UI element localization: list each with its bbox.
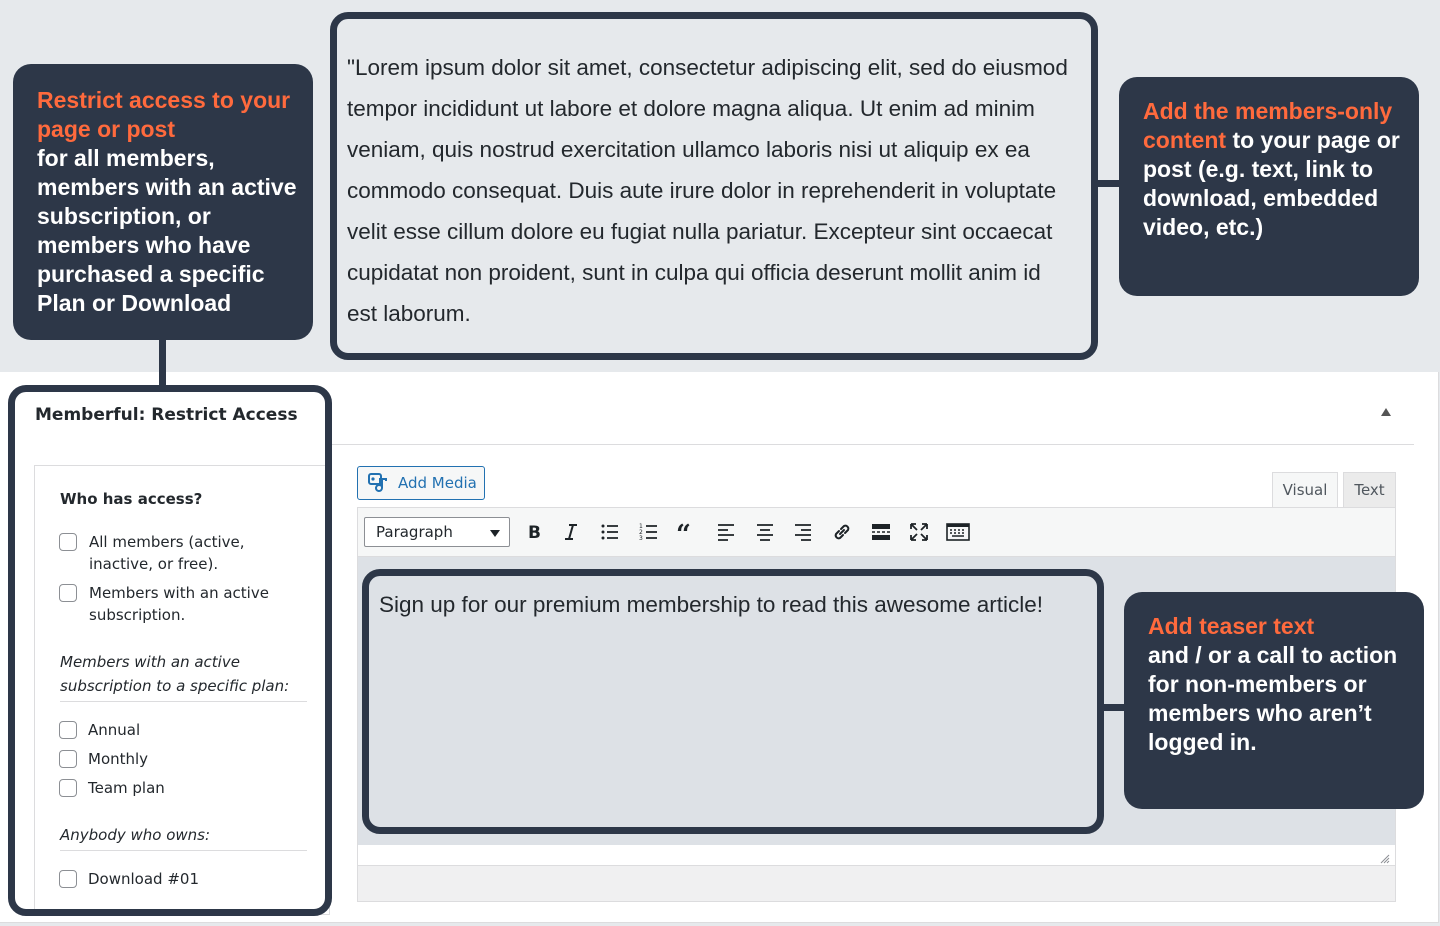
callout-accent: Restrict access to your page or post bbox=[37, 87, 291, 142]
format-select[interactable]: Paragraph bbox=[364, 517, 510, 547]
editor-footer bbox=[357, 866, 1396, 902]
align-left-icon[interactable] bbox=[714, 520, 738, 544]
svg-text:B: B bbox=[528, 523, 541, 542]
members-only-callout: Add the members-only content to your pag… bbox=[1119, 77, 1419, 296]
link-icon[interactable] bbox=[830, 520, 854, 544]
bold-icon[interactable]: B bbox=[521, 520, 545, 544]
connector-line bbox=[1096, 180, 1121, 187]
tab-text[interactable]: Text bbox=[1343, 472, 1396, 507]
svg-text:“: “ bbox=[676, 522, 691, 542]
restrict-options-highlight bbox=[8, 385, 332, 916]
read-more-icon[interactable] bbox=[869, 520, 893, 544]
bullet-list-icon[interactable] bbox=[598, 520, 622, 544]
members-only-content-box: "Lorem ipsum dolor sit amet, consectetur… bbox=[330, 12, 1098, 360]
toolbar-toggle-icon[interactable] bbox=[946, 520, 970, 544]
teaser-callout: Add teaser text and / or a call to actio… bbox=[1124, 592, 1424, 809]
panel-divider bbox=[330, 444, 1414, 445]
teaser-text[interactable]: Sign up for our premium membership to re… bbox=[379, 592, 1043, 618]
chevron-down-icon bbox=[490, 530, 500, 537]
connector-line bbox=[1102, 704, 1126, 711]
editor-statusbar bbox=[358, 845, 1395, 865]
format-value: Paragraph bbox=[376, 523, 453, 541]
align-center-icon[interactable] bbox=[753, 520, 777, 544]
callout-accent: Add teaser text bbox=[1148, 613, 1315, 639]
add-media-button[interactable]: Add Media bbox=[357, 466, 485, 500]
restrict-callout: Restrict access to your page or post for… bbox=[13, 64, 313, 340]
blockquote-icon[interactable]: “ bbox=[675, 520, 699, 544]
members-only-content: "Lorem ipsum dolor sit amet, consectetur… bbox=[347, 55, 1068, 326]
callout-body: and / or a call to action for non-member… bbox=[1148, 642, 1398, 755]
add-media-label: Add Media bbox=[398, 474, 477, 492]
tab-visual[interactable]: Visual bbox=[1272, 472, 1338, 507]
svg-text:3: 3 bbox=[639, 535, 643, 542]
media-icon bbox=[368, 473, 387, 492]
align-right-icon[interactable] bbox=[791, 520, 815, 544]
collapse-toggle-icon[interactable] bbox=[1381, 408, 1391, 416]
connector-line bbox=[159, 338, 166, 388]
callout-body: for all members, members with an active … bbox=[37, 145, 297, 316]
fullscreen-icon[interactable] bbox=[907, 520, 931, 544]
numbered-list-icon[interactable]: 123 bbox=[637, 520, 661, 544]
italic-icon[interactable] bbox=[559, 520, 583, 544]
